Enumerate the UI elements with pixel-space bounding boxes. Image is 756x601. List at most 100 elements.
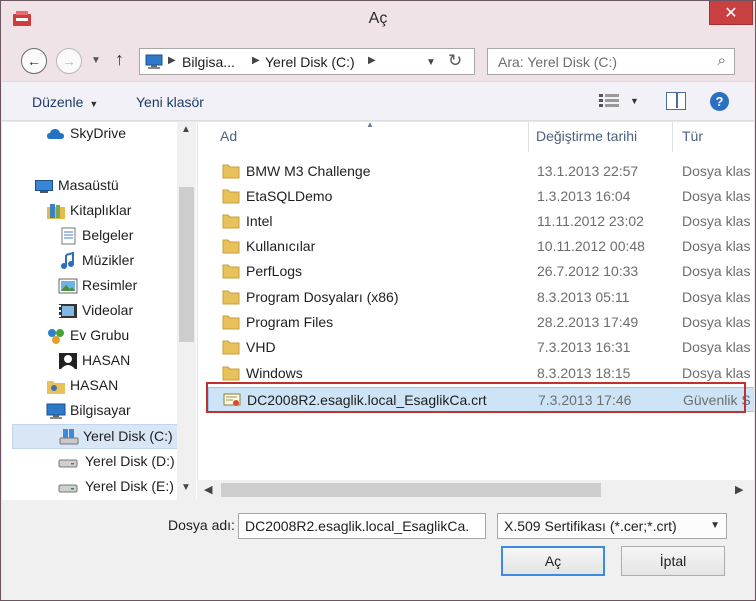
breadcrumb-local-disk-c[interactable]: Yerel Disk (C:) [265,54,355,70]
open-button[interactable]: Aç [501,546,605,576]
user-icon [59,353,77,369]
breadcrumb-separator-icon: ▶ [168,55,176,66]
close-icon: ✕ [724,4,738,22]
arrow-right-icon: → [62,53,76,69]
view-dropdown[interactable]: ▼ [630,96,639,106]
documents-icon [61,227,76,245]
dialog-footer: Dosya adı: DC2008R2.esaglik.local_Esagli… [2,500,754,600]
annotation-highlight-box [206,382,746,413]
file-row[interactable]: VHD 7.3.2013 16:31 Dosya klas [208,335,754,360]
chevron-down-icon[interactable]: ▼ [181,482,191,493]
help-icon[interactable]: ? [710,92,729,111]
arrow-up-icon: ↑ [115,49,124,69]
chevron-left-icon[interactable]: ◀ [204,483,212,496]
file-row[interactable]: PerfLogs 26.7.2012 10:33 Dosya klas [208,259,754,284]
navigation-pane: SkyDrive Masaüstü Kitaplıklar Belgeler M… [2,122,197,500]
folder-icon [222,164,240,179]
folder-icon [222,366,240,381]
videos-icon [59,304,77,318]
up-button[interactable]: ↑ [115,49,124,70]
window-title: Aç [368,10,388,27]
folder-icon [222,214,240,229]
breadcrumb-computer[interactable]: Bilgisa... [182,54,235,70]
preview-pane-icon[interactable] [666,92,686,110]
drive-icon [58,484,78,493]
nav-item-libraries[interactable]: Kitaplıklar [46,199,176,224]
nav-item-documents[interactable]: Belgeler [58,224,176,249]
cancel-button[interactable]: İptal [621,546,725,576]
navigation-bar: ← → ▼ ↑ ▶ Bilgisa... ▶ Yerel Disk (C:) ▶… [7,39,749,81]
open-file-dialog: Aç ✕ ← → ▼ ↑ ▶ Bilgisa... ▶ Yerel Disk (… [0,0,756,601]
file-row[interactable]: BMW M3 Challenge 13.1.2013 22:57 Dosya k… [208,159,754,184]
file-row[interactable]: Kullanıcılar 10.11.2012 00:48 Dosya klas [208,234,754,259]
close-button[interactable]: ✕ [709,1,753,25]
music-icon [61,252,74,269]
nav-item-skydrive[interactable]: SkyDrive [46,122,176,147]
folder-icon [222,290,240,305]
title-bar: Aç ✕ [1,1,755,39]
navigation-pane-scrollbar[interactable]: ▲ ▼ [177,122,196,500]
file-row[interactable]: Program Dosyaları (x86) 8.3.2013 05:11 D… [208,285,754,310]
nav-item-local-disk-e[interactable]: Yerel Disk (E:) [58,475,176,500]
column-name[interactable]: Ad [220,128,237,144]
cloud-icon [47,129,64,139]
nav-item-homegroup-user[interactable]: HASAN [58,349,176,374]
nav-item-videos[interactable]: Videolar [58,299,176,324]
refresh-icon[interactable]: ↻ [448,51,462,71]
chevron-down-icon[interactable]: ▼ [426,57,436,68]
address-bar[interactable]: ▶ Bilgisa... ▶ Yerel Disk (C:) ▶ ▼ ↻ [139,48,475,75]
filename-label: Dosya adı: [168,517,235,533]
folder-icon [222,264,240,279]
nav-item-local-disk-c[interactable]: Yerel Disk (C:) [12,424,178,449]
nav-item-music[interactable]: Müzikler [58,249,176,274]
libraries-icon [47,204,65,219]
nav-item-desktop[interactable]: Masaüstü [34,174,176,199]
view-options-icon[interactable] [599,94,619,108]
computer-icon [145,54,163,69]
search-icon[interactable]: ⌕ [718,52,726,69]
column-type[interactable]: Tür [682,128,703,144]
sort-ascending-icon: ▲ [366,122,374,129]
column-separator[interactable] [528,122,529,152]
drive-icon [58,459,78,468]
nav-item-computer[interactable]: Bilgisayar [46,399,176,424]
column-date-modified[interactable]: Değiştirme tarihi [536,128,637,144]
breadcrumb-separator-icon[interactable]: ▶ [252,55,260,66]
file-row[interactable]: Intel 11.11.2012 23:02 Dosya klas [208,209,754,234]
search-input[interactable]: Ara: Yerel Disk (C:) [498,54,617,70]
back-button[interactable]: ← [21,48,47,74]
pictures-icon [58,278,78,294]
column-separator[interactable] [672,122,673,152]
forward-button[interactable]: → [56,48,82,74]
arrow-left-icon: ← [27,53,41,69]
scrollbar-thumb[interactable] [179,187,194,342]
scrollbar-thumb[interactable] [221,483,601,497]
folder-icon [222,315,240,330]
folder-icon [222,340,240,355]
nav-item-pictures[interactable]: Resimler [58,274,176,299]
organize-button[interactable]: Düzenle ▼ [32,94,98,110]
nav-item-homegroup[interactable]: Ev Grubu [46,324,176,349]
chevron-right-icon[interactable]: ▶ [735,483,743,496]
homegroup-icon [48,329,64,344]
folder-icon [222,239,240,254]
desktop-icon [35,180,53,193]
command-bar: Düzenle ▼ Yeni klasör ▼ ? [2,81,754,121]
filename-input[interactable]: DC2008R2.esaglik.local_EsaglikCa. [238,513,486,539]
nav-item-local-disk-d[interactable]: Yerel Disk (D:) [58,450,176,475]
nav-item-user-folder[interactable]: HASAN [46,374,176,399]
user-folder-icon [47,381,65,394]
computer-icon [46,403,66,419]
file-row[interactable]: EtaSQLDemo 1.3.2013 16:04 Dosya klas [208,184,754,209]
file-list-horizontal-scrollbar[interactable]: ◀ ▶ [197,480,754,500]
system-drive-icon [59,429,79,445]
breadcrumb-separator-icon[interactable]: ▶ [368,55,376,66]
file-row[interactable]: Program Files 28.2.2013 17:49 Dosya klas [208,310,754,335]
search-box[interactable]: Ara: Yerel Disk (C:) ⌕ [487,48,735,75]
column-header: ▲ Ad Değiştirme tarihi Tür [198,122,754,152]
recent-locations-dropdown[interactable]: ▼ [91,55,101,66]
chevron-up-icon[interactable]: ▲ [181,124,191,135]
new-folder-button[interactable]: Yeni klasör [136,94,204,110]
chevron-down-icon: ▼ [710,520,720,531]
file-type-select[interactable]: X.509 Sertifikası (*.cer;*.crt) ▼ [497,513,727,539]
